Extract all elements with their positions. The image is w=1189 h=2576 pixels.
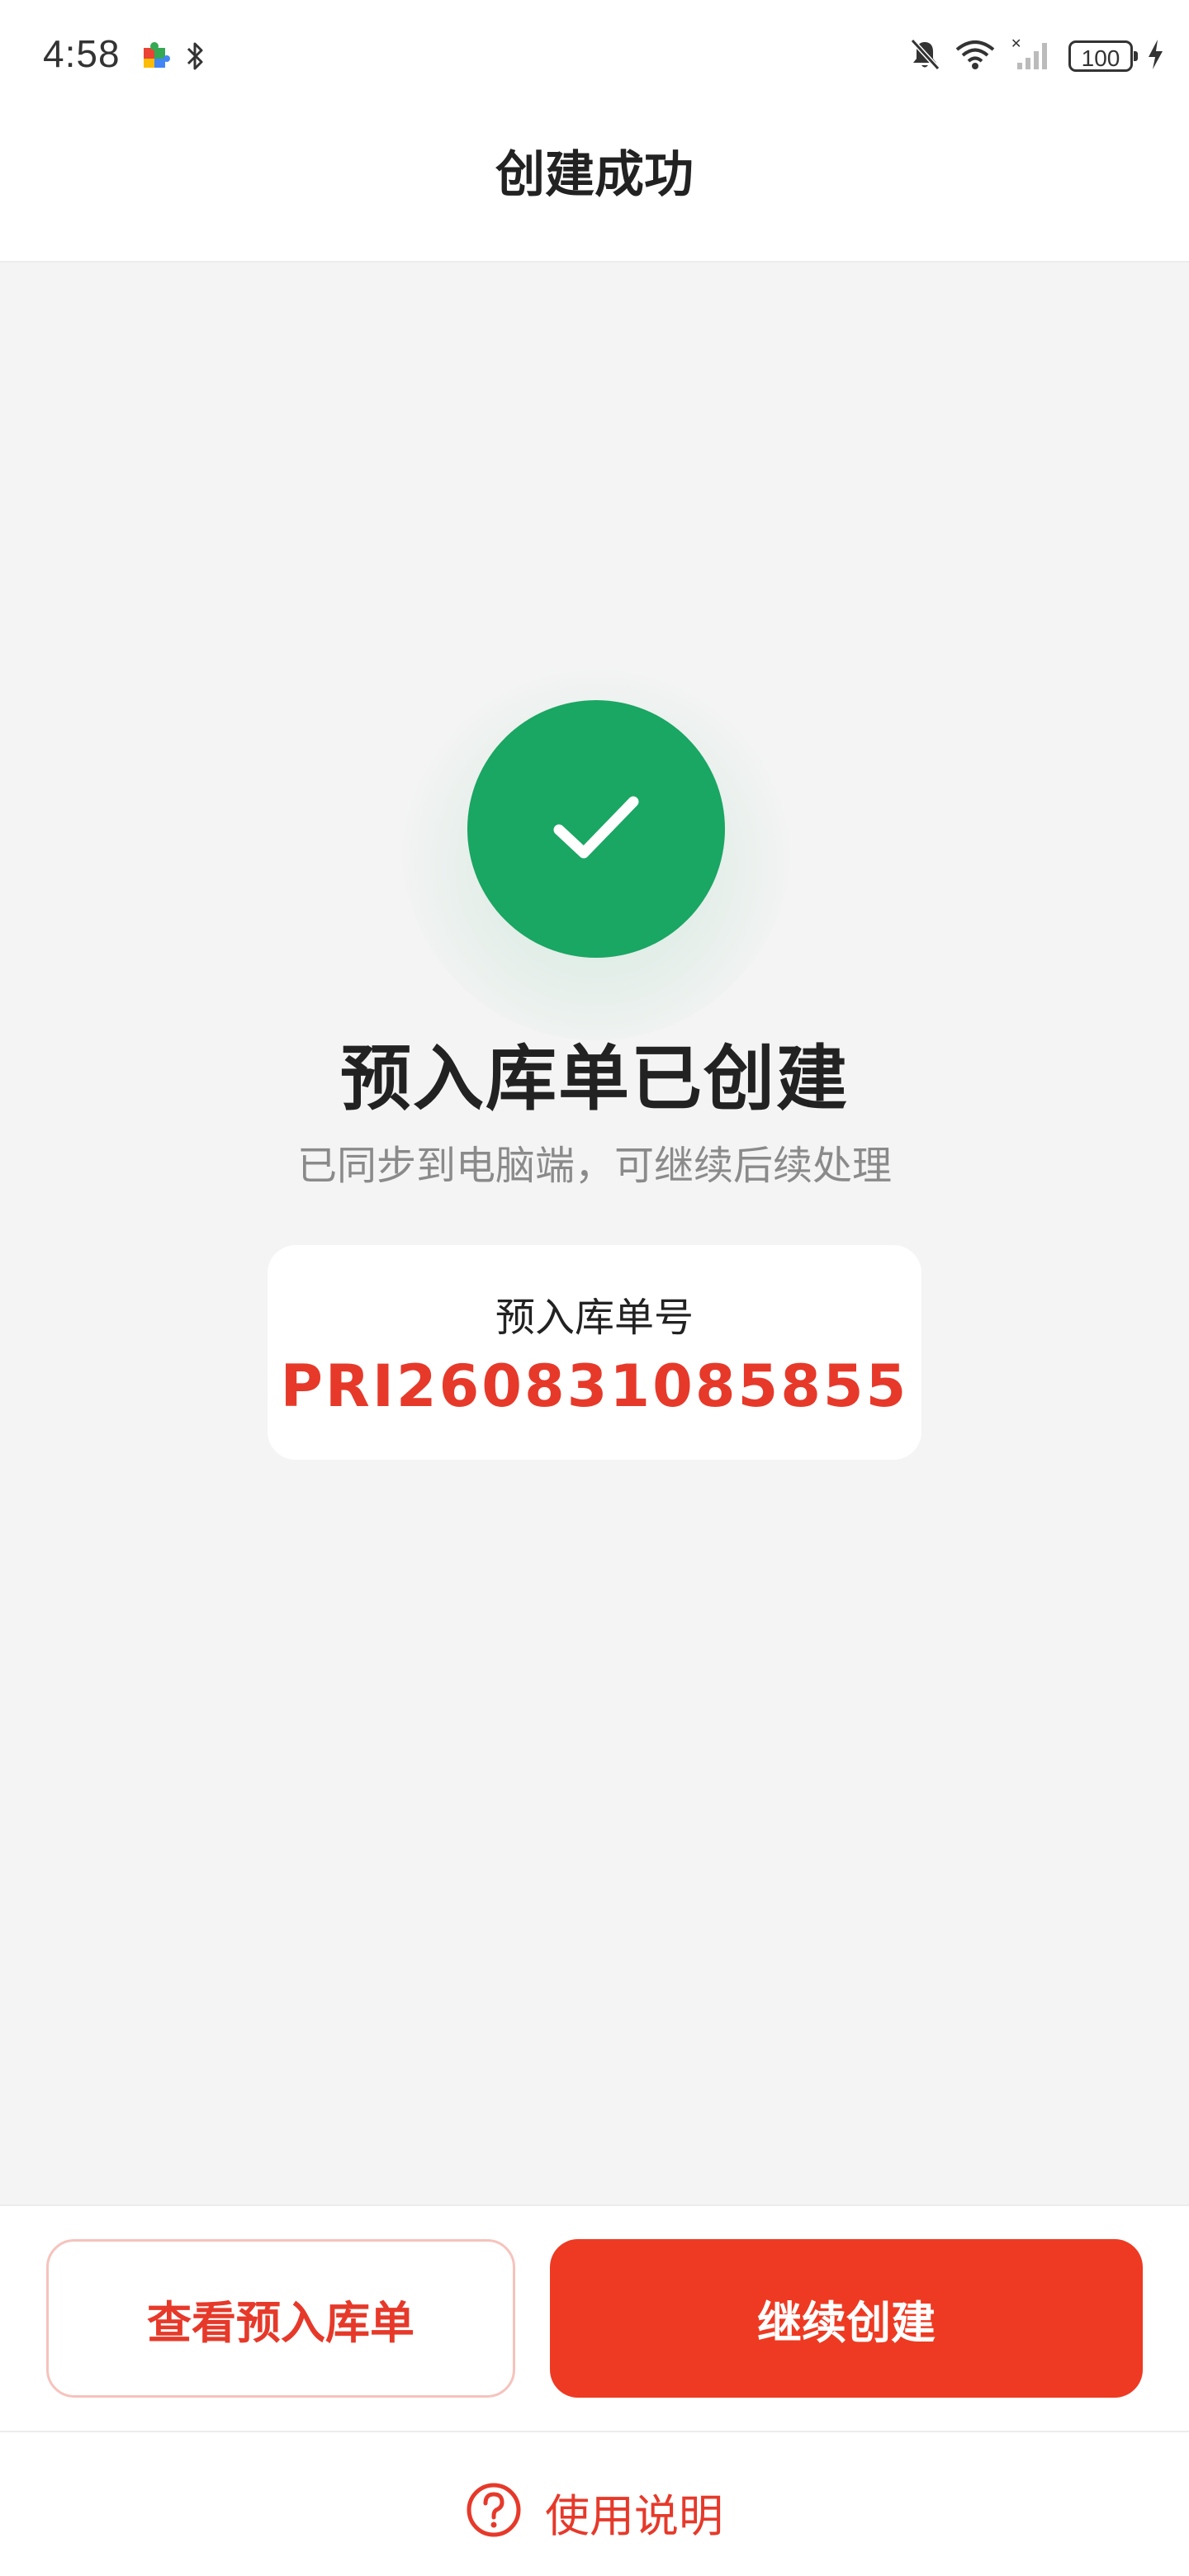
success-circle <box>467 700 725 958</box>
result-subtitle: 已同步到电脑端，可继续后续处理 <box>296 1143 892 1189</box>
order-number-value: PRI260831085855 <box>280 1352 909 1420</box>
page-title: 创建成功 <box>495 145 694 204</box>
app-header: 创建成功 <box>0 112 1189 263</box>
wifi-icon <box>955 38 996 74</box>
order-number-label: 预入库单号 <box>495 1295 694 1341</box>
status-left-icons <box>140 40 206 76</box>
order-number-card: 预入库单号 PRI260831085855 <box>268 1245 921 1460</box>
check-icon <box>551 790 642 868</box>
bluetooth-icon <box>185 40 206 76</box>
status-bar: 4:58 ✕ 100 <box>0 0 1189 112</box>
success-indicator <box>401 651 791 1040</box>
svg-text:✕: ✕ <box>1011 36 1021 51</box>
usage-guide-link[interactable]: 使用说明 <box>0 2470 1189 2553</box>
continue-create-button[interactable]: 继续创建 <box>550 2239 1143 2398</box>
puzzle-app-icon <box>140 41 170 74</box>
status-time: 4:58 <box>43 32 121 75</box>
usage-guide-label: 使用说明 <box>545 2489 723 2542</box>
battery-icon: 100 <box>1068 40 1138 72</box>
question-circle-icon <box>466 2482 522 2541</box>
bottom-action-bar: 查看预入库单 继续创建 使用说明 <box>0 2204 1189 2576</box>
charging-icon <box>1146 38 1164 74</box>
result-title: 预入库单已创建 <box>340 1038 849 1120</box>
cellular-no-signal-icon: ✕ <box>1009 36 1055 76</box>
status-right-icons: ✕ 100 <box>908 36 1164 76</box>
bell-muted-icon <box>908 37 941 75</box>
view-pre-inbound-button[interactable]: 查看预入库单 <box>46 2239 515 2398</box>
divider <box>0 2431 1189 2432</box>
